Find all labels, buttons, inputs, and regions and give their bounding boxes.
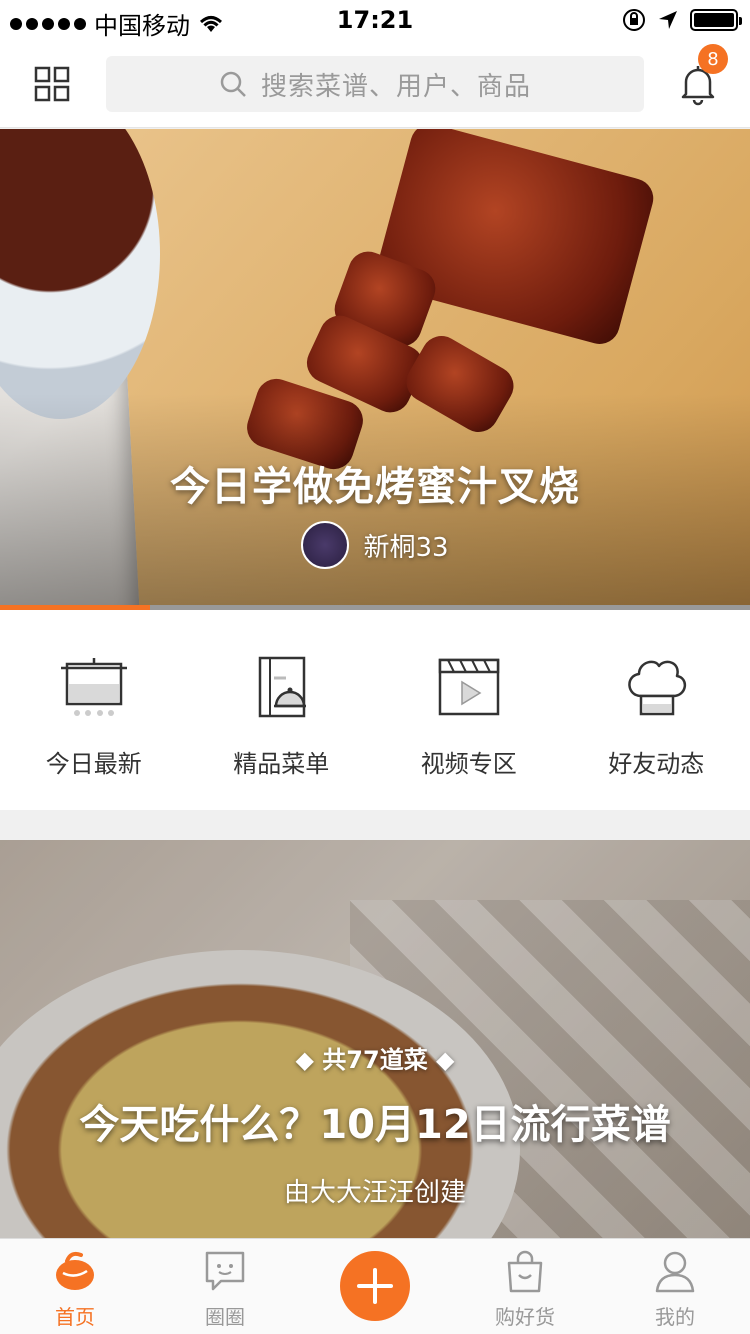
shopping-bag-icon: [507, 1250, 543, 1293]
feature-count: ◆ 共77道菜 ◆: [295, 1046, 455, 1074]
feature-creator: 由大大汪汪创建: [283, 1178, 466, 1208]
category-row: 今日最新 精品菜单 视频专区 好友动态: [0, 610, 750, 810]
status-bar: 中国移动 17:21: [0, 0, 750, 40]
tab-me[interactable]: 我的: [600, 1239, 750, 1334]
menu-book-icon: [259, 656, 307, 718]
user-icon: [655, 1251, 695, 1293]
search-placeholder: 搜索菜谱、用户、商品: [260, 71, 531, 102]
hero-title[interactable]: 今日学做免烤蜜汁叉烧: [0, 454, 750, 512]
tab-label: 购好货: [495, 1305, 555, 1329]
category-label: 精品菜单: [233, 750, 330, 778]
tab-label: 我的: [655, 1305, 695, 1329]
hero-author-name[interactable]: 新桐33: [363, 527, 448, 564]
category-label: 今日最新: [45, 750, 142, 778]
notification-badge: 8: [698, 44, 728, 74]
battery-icon: [690, 9, 742, 31]
category-friends-feed[interactable]: 好友动态: [563, 610, 750, 810]
tab-label: 圈圈: [205, 1305, 245, 1329]
bottom-tab-bar: 首页 圈圈 购好货 我的: [0, 1238, 750, 1334]
category-label: 好友动态: [608, 750, 705, 778]
orientation-lock-icon: [623, 9, 645, 31]
grid-menu-icon[interactable]: [30, 62, 74, 106]
category-label: 视频专区: [420, 750, 517, 778]
location-icon: [659, 11, 677, 29]
search-icon: [220, 71, 246, 97]
avatar[interactable]: [301, 521, 350, 569]
add-button[interactable]: [340, 1251, 410, 1321]
tab-home[interactable]: 首页: [0, 1239, 150, 1334]
category-featured-menus[interactable]: 精品菜单: [188, 610, 376, 810]
feature-count-text: 共77道菜: [322, 1046, 428, 1074]
pot-icon: [60, 658, 127, 716]
hero-banner[interactable]: 今日学做免烤蜜汁叉烧 新桐33: [0, 129, 750, 610]
category-video[interactable]: 视频专区: [375, 610, 563, 810]
feature-title[interactable]: 今天吃什么？10月12日流行菜谱: [0, 1092, 750, 1150]
home-icon: [56, 1251, 94, 1290]
category-today-new[interactable]: 今日最新: [0, 610, 188, 810]
top-nav: 搜索菜谱、用户、商品 8: [0, 40, 750, 128]
chef-hat-icon: [628, 660, 687, 716]
tab-label: 首页: [55, 1305, 95, 1329]
tab-circles[interactable]: 圈圈: [150, 1239, 300, 1334]
video-clapper-icon: [438, 658, 499, 716]
search-input[interactable]: 搜索菜谱、用户、商品: [106, 56, 644, 112]
tab-shop[interactable]: 购好货: [450, 1239, 600, 1334]
hero-author[interactable]: 新桐33: [0, 521, 750, 569]
chat-icon: [205, 1251, 245, 1291]
add-icon: [357, 1268, 393, 1304]
featured-recipe-collection[interactable]: ◆ 共77道菜 ◆ 今天吃什么？10月12日流行菜谱 由大大汪汪创建: [0, 840, 750, 1240]
